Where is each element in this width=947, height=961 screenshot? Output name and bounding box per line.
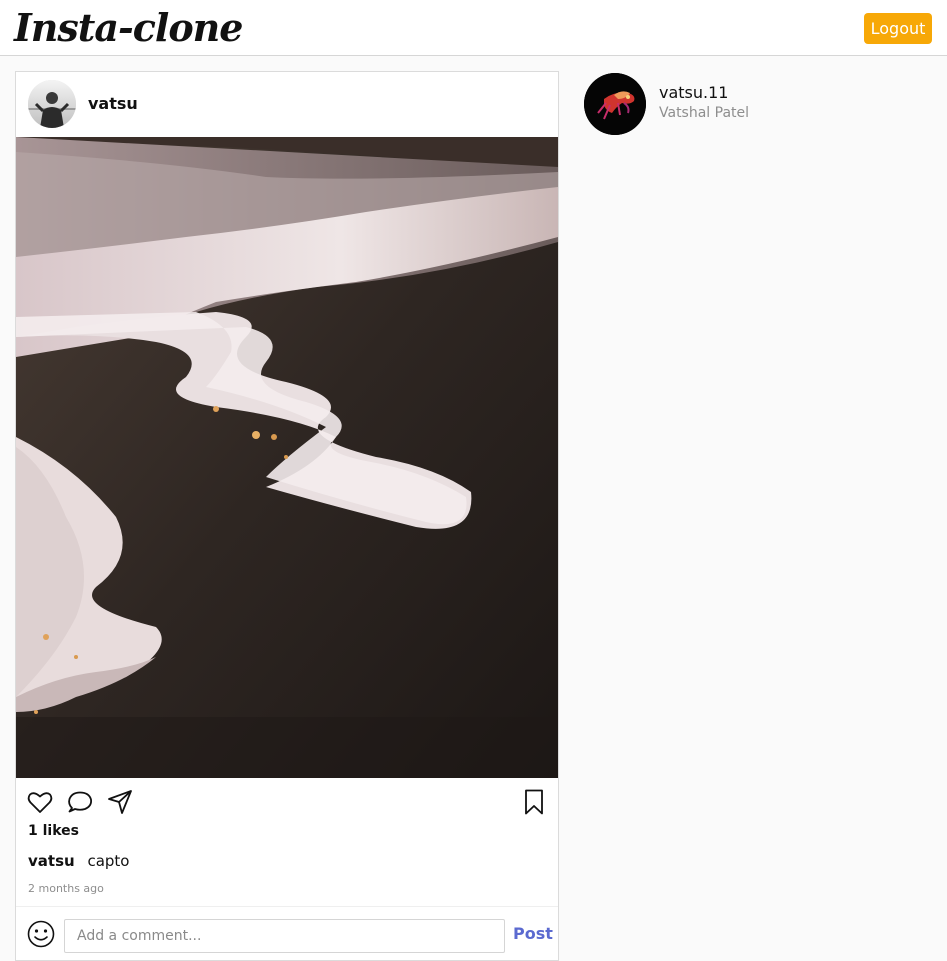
comment-icon[interactable] [66, 788, 94, 816]
emoji-icon[interactable] [26, 919, 56, 949]
profile-username[interactable]: vatsu.11 [659, 83, 728, 102]
post-author-username[interactable]: vatsu [88, 94, 138, 113]
logout-button[interactable]: Logout [864, 13, 932, 44]
caption-username[interactable]: vatsu [28, 852, 75, 870]
profile-avatar[interactable] [584, 73, 646, 135]
post-timestamp: 2 months ago [28, 882, 104, 895]
top-navbar: Insta-clone Logout [0, 0, 947, 56]
post-caption: vatsu capto [28, 852, 130, 870]
share-icon[interactable] [106, 788, 134, 816]
post-photo[interactable] [16, 137, 558, 778]
post-header: vatsu [16, 72, 558, 137]
comment-input[interactable] [64, 919, 505, 953]
likes-count[interactable]: 1 likes [28, 823, 79, 839]
post-card: vatsu 1 likes vatsu capto 2 months ago A… [15, 71, 559, 961]
bookmark-icon[interactable] [520, 788, 548, 816]
app-logo[interactable]: Insta-clone [14, 4, 243, 52]
heart-icon[interactable] [26, 788, 54, 816]
post-comment-button[interactable]: Post [513, 924, 553, 943]
post-actions [16, 784, 558, 820]
post-author-avatar[interactable] [28, 80, 76, 128]
profile-full-name: Vatshal Patel [659, 105, 750, 121]
comment-divider [16, 906, 558, 907]
caption-text: capto [87, 852, 130, 870]
